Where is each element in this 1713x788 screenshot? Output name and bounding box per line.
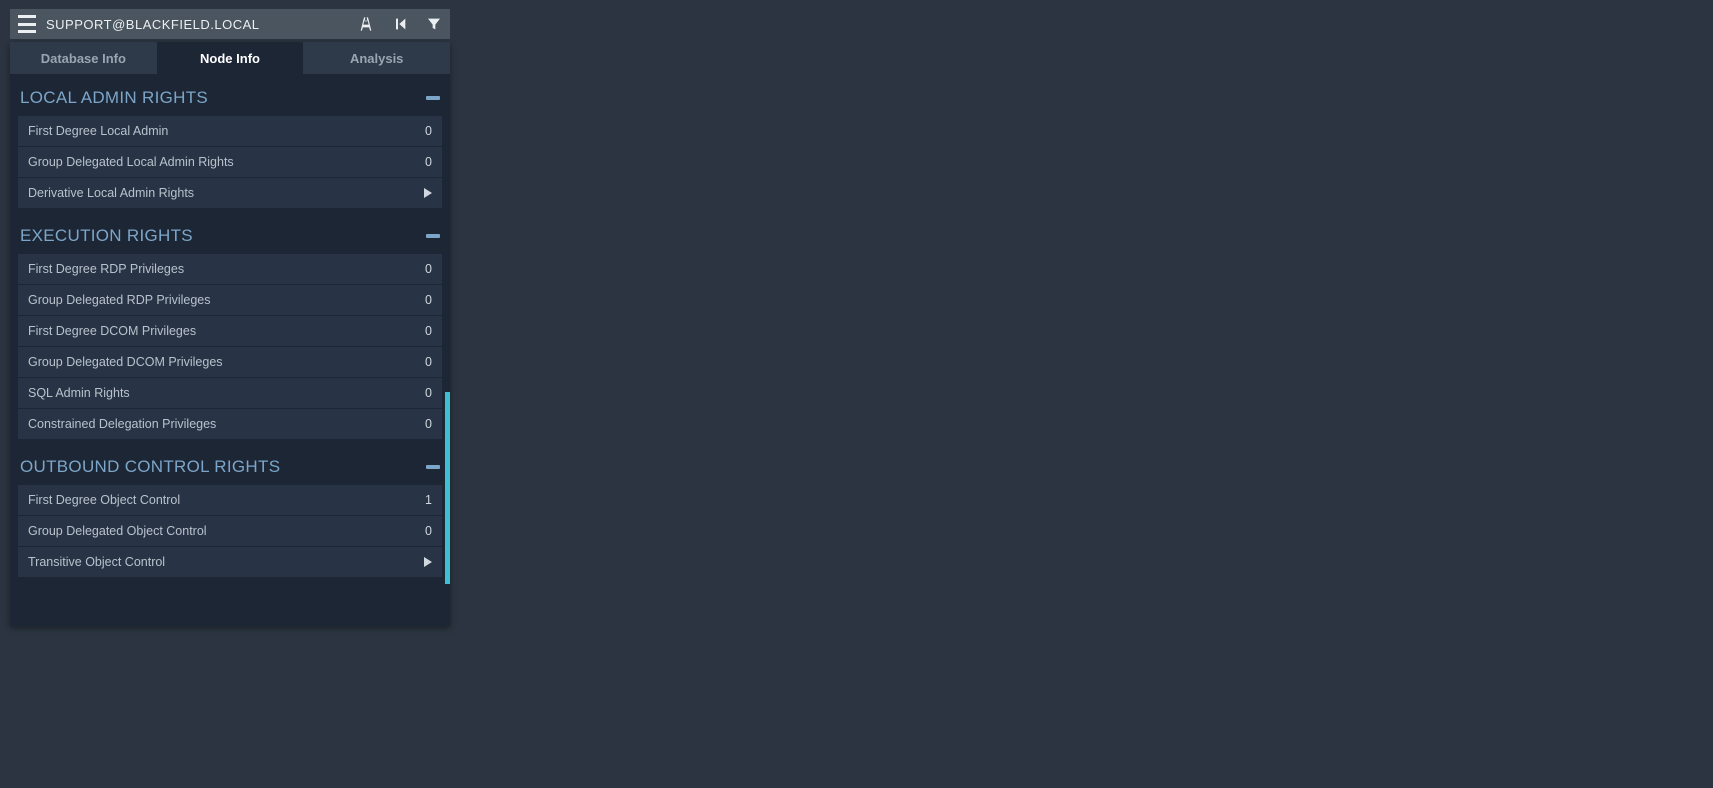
- user-icon: [1174, 366, 1222, 414]
- list-item[interactable]: Group Delegated Local Admin Rights 0: [18, 147, 442, 177]
- road-icon[interactable]: [358, 16, 374, 32]
- section-title: LOCAL ADMIN RIGHTS: [20, 88, 208, 108]
- edge-label-box[interactable]: ForceChangePassword: [894, 359, 1019, 401]
- user-icon: [686, 364, 734, 412]
- section: EXECUTION RIGHTS First Degree RDP Privile…: [18, 222, 442, 439]
- row-label: Transitive Object Control: [28, 555, 165, 569]
- section-header[interactable]: EXECUTION RIGHTS: [18, 222, 442, 254]
- row-label: Group Delegated RDP Privileges: [28, 293, 211, 307]
- section-header[interactable]: LOCAL ADMIN RIGHTS: [18, 84, 442, 116]
- list-item[interactable]: First Degree Object Control 1: [18, 485, 442, 515]
- row-value: 0: [425, 324, 432, 338]
- graph-node-label: AUDIT2020@BLACKFIELD.LOCAL: [1087, 432, 1310, 448]
- tab-analysis[interactable]: Analysis: [303, 42, 450, 74]
- collapse-icon[interactable]: [426, 96, 440, 100]
- row-value: 0: [425, 355, 432, 369]
- tab-node-info[interactable]: Node Info: [157, 42, 304, 74]
- graph-node-support[interactable]: SUPPORT@BLACKFIELD.LOCAL: [670, 348, 750, 428]
- edge-label: ForceChangePassword: [906, 373, 1031, 387]
- row-value: 1: [425, 493, 432, 507]
- row-label: First Degree RDP Privileges: [28, 262, 184, 276]
- collapse-icon[interactable]: [426, 465, 440, 469]
- step-back-icon[interactable]: [392, 16, 408, 32]
- list-item[interactable]: First Degree DCOM Privileges 0: [18, 316, 442, 346]
- menu-icon[interactable]: [18, 15, 36, 33]
- row-label: Derivative Local Admin Rights: [28, 186, 194, 200]
- list-item[interactable]: Group Delegated RDP Privileges 0: [18, 285, 442, 315]
- row-value: 0: [425, 262, 432, 276]
- collapse-icon[interactable]: [426, 234, 440, 238]
- row-label: Constrained Delegation Privileges: [28, 417, 216, 431]
- row-label: Group Delegated Local Admin Rights: [28, 155, 234, 169]
- target-badge: [730, 400, 768, 438]
- row-value: 0: [425, 524, 432, 538]
- row-value: 0: [425, 155, 432, 169]
- row-label: Group Delegated DCOM Privileges: [28, 355, 223, 369]
- graph-node-label: SUPPORT@BLACKFIELD.LOCAL: [601, 430, 818, 446]
- section-rows: First Degree Local Admin0Group Delegated…: [18, 116, 442, 208]
- search-input[interactable]: SUPPORT@BLACKFIELD.LOCAL: [46, 17, 348, 32]
- section-title: OUTBOUND CONTROL RIGHTS: [20, 457, 280, 477]
- owned-skull-badge: [650, 334, 684, 368]
- graph-node-audit[interactable]: AUDIT2020@BLACKFIELD.LOCAL: [1158, 350, 1238, 430]
- tabs: Database Info Node Info Analysis: [10, 42, 450, 74]
- section-title: EXECUTION RIGHTS: [20, 226, 193, 246]
- info-panel: Database Info Node Info Analysis LOCAL A…: [10, 42, 450, 626]
- row-value: 0: [425, 293, 432, 307]
- section: OUTBOUND CONTROL RIGHTS First Degree Obje…: [18, 453, 442, 577]
- row-label: SQL Admin Rights: [28, 386, 130, 400]
- row-value: 0: [425, 386, 432, 400]
- section: LOCAL ADMIN RIGHTS First Degree Local Adm…: [18, 84, 442, 208]
- tab-database-info[interactable]: Database Info: [10, 42, 157, 74]
- list-item[interactable]: Constrained Delegation Privileges 0: [18, 409, 442, 439]
- section-rows: First Degree Object Control 1 Group Delega…: [18, 485, 442, 577]
- row-label: First Degree Local Admin: [28, 124, 168, 138]
- row-label: First Degree Object Control: [28, 493, 180, 507]
- list-item[interactable]: Transitive Object Control: [18, 547, 442, 577]
- graph-edge-forcechangepassword[interactable]: [740, 380, 1170, 404]
- list-item[interactable]: Group Delegated Object Control 0: [18, 516, 442, 546]
- search-bar: SUPPORT@BLACKFIELD.LOCAL: [10, 9, 450, 39]
- section-header[interactable]: OUTBOUND CONTROL RIGHTS: [18, 453, 442, 485]
- list-item[interactable]: Group Delegated DCOM Privileges 0: [18, 347, 442, 377]
- filter-icon[interactable]: [426, 16, 442, 32]
- expand-play-icon[interactable]: [424, 188, 432, 198]
- scroll-indicator: [445, 392, 450, 584]
- list-item[interactable]: First Degree Local Admin 0: [18, 116, 442, 146]
- row-label: Group Delegated Object Control: [28, 524, 207, 538]
- row-value: 0: [425, 124, 432, 138]
- row-label: First Degree DCOM Privileges: [28, 324, 196, 338]
- expand-play-icon[interactable]: [424, 557, 432, 567]
- list-item[interactable]: First Degree RDP Privileges 0: [18, 254, 442, 284]
- row-value: 0: [425, 417, 432, 431]
- list-item[interactable]: Derivative Local Admin Rights: [18, 178, 442, 208]
- section-rows: First Degree RDP Privileges0Group Delega…: [18, 254, 442, 439]
- panel-body[interactable]: LOCAL ADMIN RIGHTS First Degree Local Adm…: [10, 74, 450, 626]
- list-item[interactable]: SQL Admin Rights 0: [18, 378, 442, 408]
